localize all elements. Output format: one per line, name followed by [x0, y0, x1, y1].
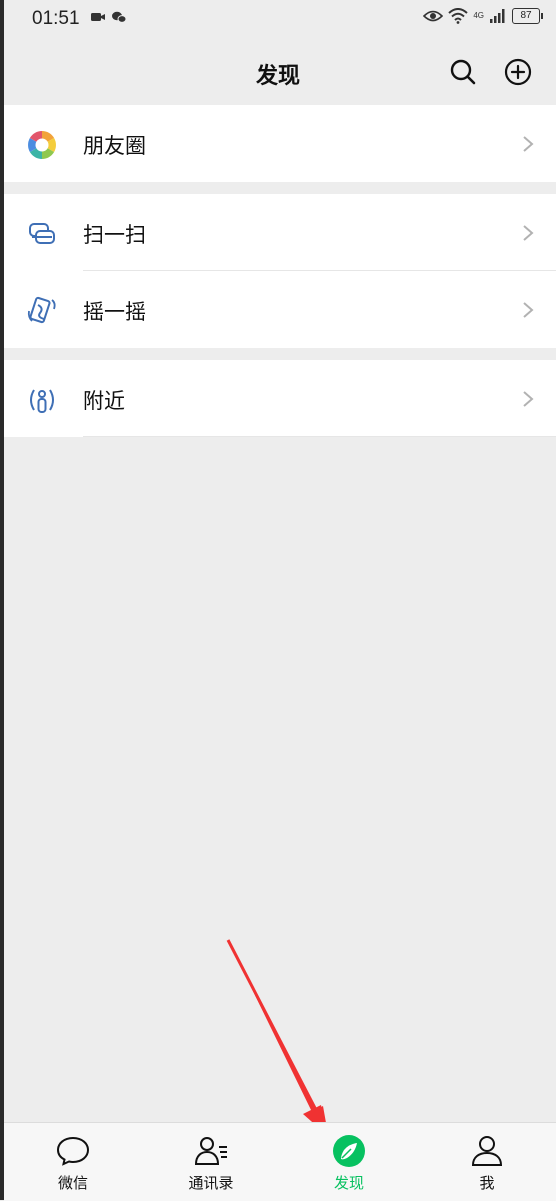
screen-edge: [0, 0, 4, 1200]
tab-discover[interactable]: 发现: [280, 1123, 418, 1201]
search-icon[interactable]: [449, 58, 477, 86]
nearby-group: 附近: [4, 360, 556, 437]
chat-bubble-icon: [56, 1136, 90, 1166]
chevron-right-icon: [523, 136, 534, 152]
nearby-icon: [30, 389, 54, 413]
compass-icon: [333, 1135, 365, 1167]
scan-icon: [29, 223, 55, 244]
moments-group: 朋友圈: [4, 105, 556, 182]
list-item-shake[interactable]: 摇一摇: [4, 271, 556, 348]
eye-icon: [423, 10, 444, 22]
status-time: 01:51: [32, 8, 80, 29]
list-item-label: 摇一摇: [83, 300, 146, 324]
battery-icon: 87: [512, 8, 543, 24]
list-item-moments[interactable]: 朋友圈: [4, 105, 556, 182]
list-item-nearby[interactable]: 附近: [4, 360, 556, 437]
tools-group: 扫一扫 摇一摇: [4, 194, 556, 348]
chevron-right-icon: [523, 302, 534, 318]
status-bar: 01:51 4G 87: [0, 0, 556, 38]
tab-me[interactable]: 我: [418, 1123, 556, 1201]
tab-label: 发现: [333, 1174, 364, 1192]
person-icon: [471, 1136, 503, 1166]
tab-label: 通讯录: [188, 1174, 234, 1192]
video-camera-icon: [91, 13, 105, 21]
contacts-icon: [194, 1137, 227, 1165]
moments-icon: [28, 131, 56, 159]
wifi-icon: [448, 8, 468, 24]
divider: [83, 436, 556, 437]
list-item-label: 朋友圈: [83, 134, 146, 158]
signal-icon: [490, 9, 505, 23]
tab-label: 我: [479, 1174, 495, 1192]
tab-label: 微信: [57, 1174, 88, 1192]
network-type-label: 4G: [473, 11, 484, 20]
wechat-notification-icon: [112, 11, 127, 23]
bottom-tab-bar: 微信 通讯录 发现 我: [4, 1122, 556, 1201]
list-item-label: 扫一扫: [83, 223, 146, 247]
shake-icon: [27, 296, 56, 324]
list-item-label: 附近: [83, 389, 125, 413]
navigation-bar: 发现: [0, 38, 556, 104]
plus-circle-icon[interactable]: [504, 58, 532, 86]
tab-contacts[interactable]: 通讯录: [142, 1123, 280, 1201]
list-item-scan[interactable]: 扫一扫: [4, 194, 556, 271]
chevron-right-icon: [523, 225, 534, 241]
tab-chats[interactable]: 微信: [4, 1123, 142, 1201]
chevron-right-icon: [523, 391, 534, 407]
